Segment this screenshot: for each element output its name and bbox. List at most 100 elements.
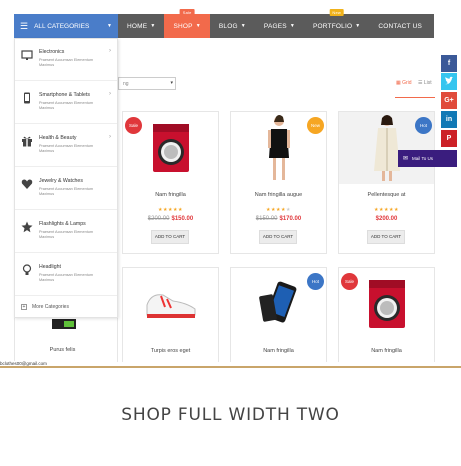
chevron-right-icon: › (109, 134, 111, 140)
star-rating: ★★★★★ (266, 207, 291, 213)
google-plus-icon[interactable]: G+ (441, 92, 457, 109)
phone-image (258, 281, 296, 323)
chevron-right-icon: › (109, 91, 111, 97)
star-icon (21, 221, 33, 233)
nav-item-label: CONTACT US (378, 22, 423, 30)
mail-to-us-button[interactable]: ✉ Mail To Us (398, 150, 457, 167)
email-strip (0, 362, 461, 368)
category-jewelry-watches[interactable]: Jewelry & Watches Praesent Accumsan Elem… (15, 168, 117, 210)
category-subtitle: Praesent Accumsan Elementum Maximus (39, 101, 94, 110)
product-price: $200.00 $150.00 (123, 216, 218, 222)
add-to-cart-button[interactable]: ADD TO CART (367, 230, 405, 244)
nav-item-blog[interactable]: BLOG ▼ (210, 14, 255, 38)
grid-icon: ▦ (396, 80, 401, 86)
category-title: Jewelry & Watches (39, 178, 83, 184)
product-card[interactable]: Hot Nam fringilla ★★★★★ (230, 267, 327, 368)
category-subtitle: Praesent Accumsan Elementum Maximus (39, 187, 94, 196)
chevron-right-icon: › (109, 48, 111, 54)
product-name[interactable]: Pellentesque at (339, 192, 434, 198)
grid-view-label: Grid (402, 80, 412, 86)
product-name[interactable]: Nam fringilla (339, 348, 434, 354)
chevron-down-icon: ▼ (240, 23, 246, 29)
twitter-icon[interactable] (441, 73, 457, 90)
linkedin-icon[interactable]: in (441, 111, 457, 128)
nav-item-label: PAGES (263, 22, 287, 30)
grid-view-toggle[interactable]: ▦ Grid (396, 80, 412, 86)
category-health-beauty[interactable]: Health & Beauty Praesent Accumsan Elemen… (15, 125, 117, 167)
dress-image (267, 115, 290, 180)
nav-item-contact[interactable]: CONTACT US (369, 14, 431, 38)
sort-select[interactable]: ng ▾ (118, 77, 176, 90)
hot-badge: Hot (415, 117, 432, 134)
product-name[interactable]: Nam fringilla (231, 348, 326, 354)
chevron-down-icon: ▼ (195, 23, 201, 29)
product-card[interactable]: Turpis eros eget ★★★★★ (122, 267, 219, 368)
product-card[interactable]: New Nam fringilla augue ★★★★★ $150.00 $17… (230, 111, 327, 254)
nav-item-portfolio[interactable]: New PORTFOLIO ▼ (304, 9, 369, 38)
chevron-down-icon: ▾ (170, 80, 173, 86)
shop-page: ☰ ALL CATEGORIES ▼ HOME ▼ Sale SHOP ▼ BLOG… (0, 0, 461, 466)
product-image[interactable] (52, 319, 76, 329)
product-price: $150.00 $170.00 (231, 216, 326, 222)
old-price: $150.00 (255, 216, 278, 222)
product-name[interactable]: Nam fringilla augue (231, 192, 326, 198)
nav-item-label: PORTFOLIO (312, 22, 353, 30)
star-rating: ★★★★★ (374, 207, 399, 213)
heart-icon (21, 178, 33, 190)
smartphone-icon (21, 92, 33, 104)
category-title: Health & Beauty (39, 135, 77, 141)
product-card[interactable]: Sale Nam fringilla ★★★★★ (338, 267, 435, 368)
page-title: SHOP FULL WIDTH TWO (121, 405, 340, 425)
list-view-toggle[interactable]: ☰ List (418, 80, 432, 86)
nav-item-shop[interactable]: Sale SHOP ▼ (164, 9, 210, 38)
nav-item-pages[interactable]: PAGES ▼ (255, 14, 304, 38)
new-price: $200.00 (375, 216, 398, 222)
envelope-icon: ✉ (403, 156, 409, 162)
more-categories-label: More Categories (32, 304, 69, 310)
product-card[interactable]: Sale Nam fringilla ★★★★★ $200.00 $150.00 … (122, 111, 219, 254)
add-to-cart-button[interactable]: ADD TO CART (151, 230, 189, 244)
product-name[interactable]: Nam fringilla (123, 192, 218, 198)
category-title: Headlight (39, 264, 61, 270)
nav-badge: Sale (179, 9, 195, 16)
coat-image (373, 115, 400, 181)
more-categories-link[interactable]: + More Categories (21, 304, 69, 310)
category-subtitle: Praesent Accumsan Elementum Maximus (39, 230, 94, 239)
category-title: Electronics (39, 49, 65, 55)
chevron-down-icon: ▼ (355, 23, 361, 29)
product-card[interactable]: Hot Pellentesque at ★★★★★ $200.00 ADD TO… (338, 111, 435, 254)
washer-image (368, 280, 405, 328)
list-view-label: List (423, 80, 432, 86)
monitor-icon (21, 49, 33, 61)
plus-icon: + (21, 304, 27, 310)
new-badge: New (307, 117, 324, 134)
toolbar-divider (395, 97, 435, 98)
washer-image (152, 124, 189, 172)
category-flashlights-lamps[interactable]: Flashlights & Lamps Praesent Accumsan El… (15, 211, 117, 253)
shoe-image (146, 294, 195, 318)
category-smartphone-tablets[interactable]: Smartphone & Tablets Praesent Accumsan E… (15, 82, 117, 124)
hot-badge: Hot (307, 273, 324, 290)
all-categories-label: ALL CATEGORIES (34, 22, 90, 30)
menu-icon: ☰ (20, 20, 29, 31)
categories-menu: Electronics Praesent Accumsan Elementum … (14, 38, 118, 318)
nav-item-label: HOME (127, 22, 148, 30)
product-name[interactable]: Purus felis (14, 347, 111, 353)
add-to-cart-button[interactable]: ADD TO CART (259, 230, 297, 244)
product-image[interactable] (123, 268, 218, 340)
category-subtitle: Praesent Accumsan Elementum Maximus (39, 273, 94, 282)
mail-to-us-label: Mail To Us (412, 156, 433, 161)
contact-email[interactable]: bclothes00@gmail.com (0, 361, 49, 366)
facebook-icon[interactable]: f (441, 55, 457, 72)
nav-badge: New (329, 9, 344, 16)
all-categories-toggle[interactable]: ☰ ALL CATEGORIES ▼ (14, 14, 118, 38)
category-electronics[interactable]: Electronics Praesent Accumsan Elementum … (15, 39, 117, 81)
category-headlight[interactable]: Headlight Praesent Accumsan Elementum Ma… (15, 254, 117, 296)
product-image-detail (64, 321, 74, 327)
nav-item-home[interactable]: HOME ▼ (118, 14, 164, 38)
category-subtitle: Praesent Accumsan Elementum Maximus (39, 144, 94, 153)
product-name[interactable]: Turpis eros eget (123, 348, 218, 354)
pinterest-icon[interactable]: P (441, 130, 457, 147)
product-price: $200.00 (339, 216, 434, 222)
category-subtitle: Praesent Accumsan Elementum Maximus (39, 58, 94, 67)
